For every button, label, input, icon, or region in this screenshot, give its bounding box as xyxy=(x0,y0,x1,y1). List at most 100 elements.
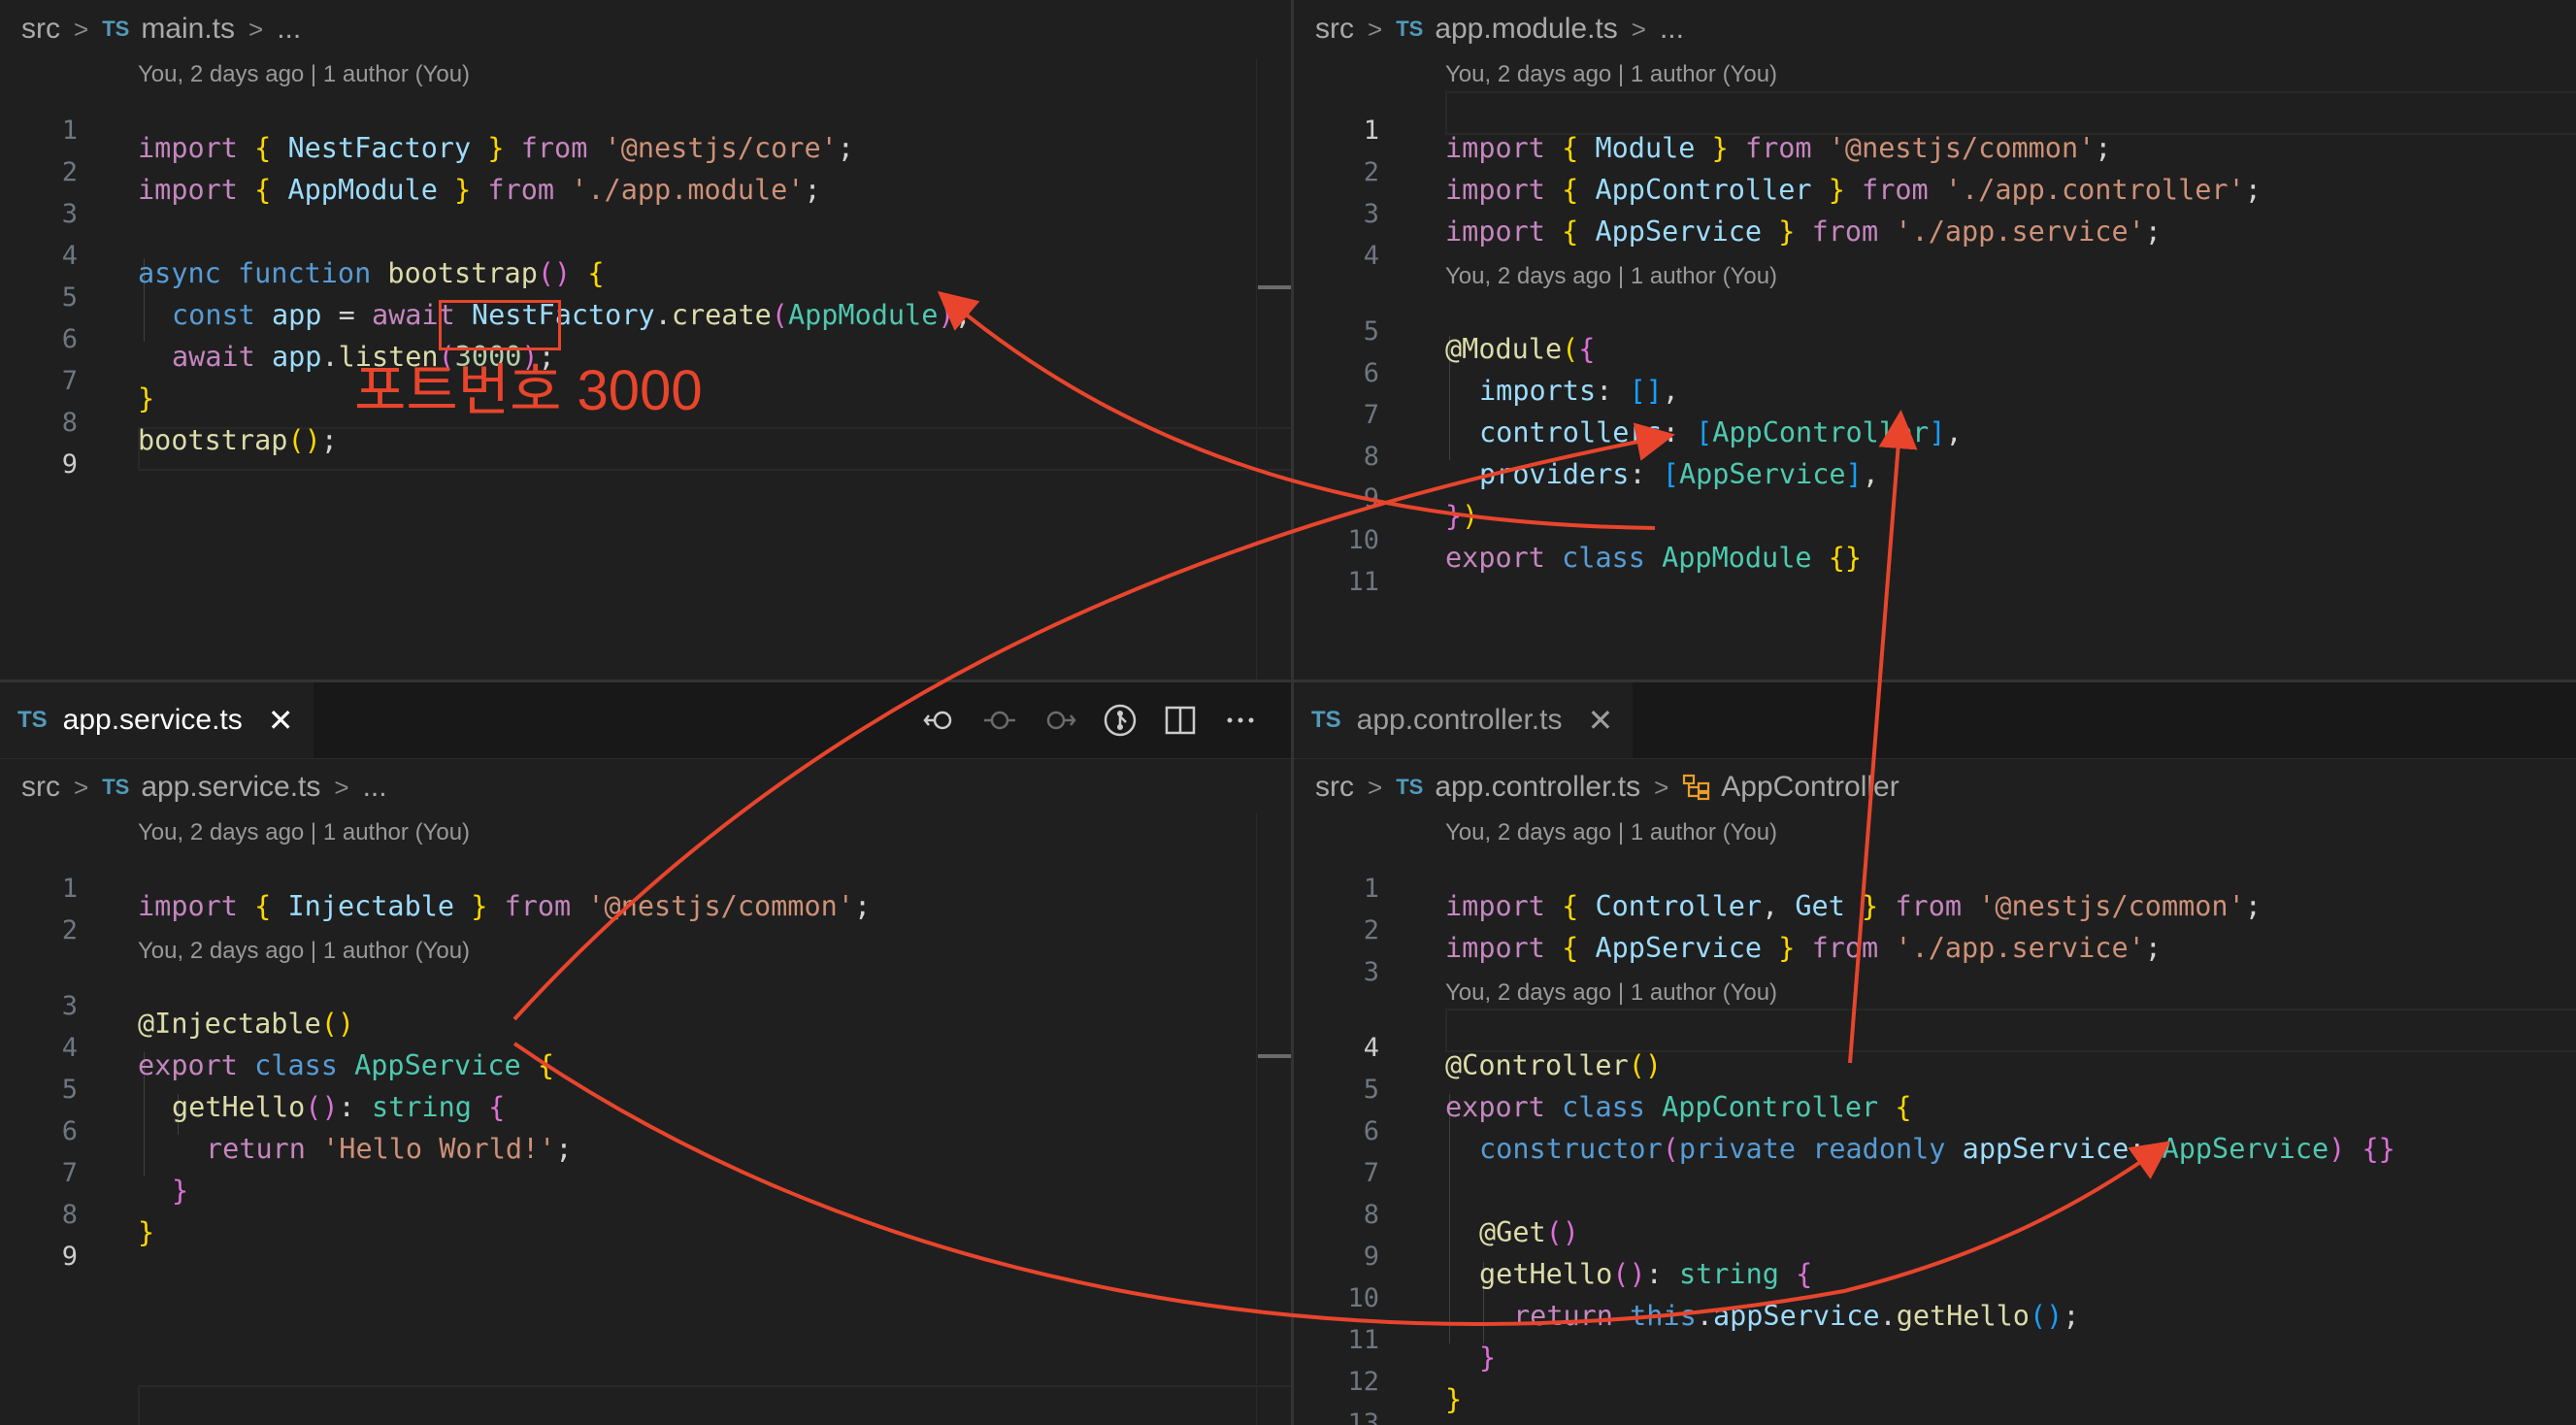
split-editor-icon[interactable] xyxy=(1163,703,1198,738)
tab-app-service[interactable]: TS app.service.ts ✕ xyxy=(0,682,314,758)
code-line: 8 } xyxy=(0,1176,1291,1248)
code-line: 10 export class AppModule {} xyxy=(1294,502,2576,574)
go-back-icon[interactable] xyxy=(922,703,957,738)
code-line: 2 import { AppController } from './app.c… xyxy=(1294,134,2576,206)
breadcrumb-file[interactable]: app.controller.ts xyxy=(1435,771,1640,804)
line-number: 4 xyxy=(1363,241,1379,271)
code-line: 1 import { NestFactory } from '@nestjs/c… xyxy=(0,92,1291,164)
go-forward-icon[interactable] xyxy=(1042,703,1077,738)
code-line: 7 xyxy=(1294,1135,2576,1188)
more-actions-icon[interactable] xyxy=(1223,703,1258,738)
close-icon[interactable]: ✕ xyxy=(1587,702,1613,739)
code-line: 1 import { Injectable } from '@nestjs/co… xyxy=(0,850,1291,922)
code-line: 3 import { AppService } from './app.serv… xyxy=(1294,176,2576,248)
code-line: 9 getHello(): string { xyxy=(1294,1218,2576,1290)
line-number: 9 xyxy=(61,1242,78,1272)
code-line: 6 return 'Hello World!'; xyxy=(0,1093,1291,1165)
close-icon[interactable]: ✕ xyxy=(268,702,294,739)
tab-app-controller[interactable]: TS app.controller.ts ✕ xyxy=(1294,682,1634,758)
git-blame-lens[interactable]: You, 2 days ago | 1 author (You) xyxy=(1445,977,1777,1010)
breadcrumb-folder[interactable]: src xyxy=(21,13,60,46)
code-line: 4 export class AppService { xyxy=(0,1010,1291,1081)
code-line: 2 import { AppModule } from './app.modul… xyxy=(0,134,1291,206)
code-line: 4 xyxy=(1294,217,2576,271)
class-symbol-icon xyxy=(1682,774,1711,801)
tab-label: app.service.ts xyxy=(62,704,243,736)
code-line: 5 @Module({ xyxy=(1294,293,2576,365)
code-line: 9 xyxy=(0,1218,1291,1272)
port-highlight-box xyxy=(439,300,561,350)
commit-icon[interactable] xyxy=(982,703,1017,738)
git-blame-lens[interactable]: You, 2 days ago | 1 author (You) xyxy=(138,58,470,91)
code-line: 11 } xyxy=(1294,1302,2576,1374)
code-line: 13 xyxy=(1294,1385,2576,1425)
code-line: 3 xyxy=(0,176,1291,229)
code-line: 1 import { Module } from '@nestjs/common… xyxy=(1294,92,2576,164)
code-line: 4 async function bootstrap() { xyxy=(0,217,1291,289)
typescript-icon: TS xyxy=(1311,707,1341,733)
chevron-right-icon: > xyxy=(1368,14,1383,44)
code-line: 12 } xyxy=(1294,1343,2576,1415)
breadcrumb-file[interactable]: app.service.ts xyxy=(141,771,320,804)
code-line: 10 return this.appService.getHello(); xyxy=(1294,1260,2576,1332)
code-line: 1 import { Controller, Get } from '@nest… xyxy=(1294,850,2576,922)
line-number: 11 xyxy=(1347,567,1379,597)
breadcrumb-ellipsis[interactable]: ... xyxy=(1660,13,1684,46)
chevron-right-icon: > xyxy=(74,14,89,44)
typescript-icon: TS xyxy=(17,707,48,733)
code-line: 11 xyxy=(1294,544,2576,597)
breadcrumb-file[interactable]: main.ts xyxy=(141,13,235,46)
code-line: 5 const app = await NestFactory.create(A… xyxy=(0,259,1291,331)
service-editor-pane[interactable]: TS app.service.ts ✕ src > TS app.service… xyxy=(0,682,1291,1425)
git-blame-lens[interactable]: You, 2 days ago | 1 author (You) xyxy=(1445,816,1777,849)
tab-bar: TS app.controller.ts ✕ xyxy=(1294,682,2576,759)
code-line: 3 @Injectable() xyxy=(0,968,1291,1040)
code-line: 4 @Controller() xyxy=(1294,1010,2576,1081)
code-line: 3 xyxy=(1294,934,2576,987)
breadcrumb-ellipsis[interactable]: ... xyxy=(277,13,301,46)
horizontal-sash[interactable] xyxy=(0,679,2576,682)
breadcrumb-folder[interactable]: src xyxy=(21,771,60,804)
code-line: 2 xyxy=(0,892,1291,945)
git-blame-lens[interactable]: You, 2 days ago | 1 author (You) xyxy=(138,935,470,968)
code-line: 9 xyxy=(0,426,1291,480)
breadcrumb-folder[interactable]: src xyxy=(1315,13,1354,46)
code-line: 5 export class AppController { xyxy=(1294,1051,2576,1123)
line-number: 2 xyxy=(61,915,78,945)
chevron-right-icon: > xyxy=(1368,772,1383,802)
chevron-right-icon: > xyxy=(334,772,349,802)
code-line: 6 await app.listen(3000); xyxy=(0,301,1291,373)
git-blame-lens[interactable]: You, 2 days ago | 1 author (You) xyxy=(138,816,470,849)
code-line: 8 @Get() xyxy=(1294,1176,2576,1248)
chevron-right-icon: > xyxy=(248,14,264,44)
git-blame-lens[interactable]: You, 2 days ago | 1 author (You) xyxy=(1445,260,1777,293)
port-annotation: 포트번호 3000 xyxy=(354,359,703,422)
typescript-icon: TS xyxy=(102,775,130,799)
git-compare-icon[interactable] xyxy=(1103,703,1138,738)
main-editor-pane[interactable]: src > TS main.ts > ... You, 2 days ago |… xyxy=(0,0,1291,679)
breadcrumb: src > TS main.ts > ... xyxy=(21,10,301,49)
chevron-right-icon: > xyxy=(1631,14,1646,44)
current-line-highlight xyxy=(138,1385,1291,1425)
code-line: 7 controllers: [AppController], xyxy=(1294,377,2576,448)
breadcrumb-symbol[interactable]: AppController xyxy=(1721,771,1899,804)
module-editor-pane[interactable]: src > TS app.module.ts > ... You, 2 days… xyxy=(1294,0,2576,679)
breadcrumb-ellipsis[interactable]: ... xyxy=(363,771,387,804)
line-number: 13 xyxy=(1347,1408,1379,1425)
code-line: 9 }) xyxy=(1294,460,2576,532)
editor-actions xyxy=(922,682,1258,758)
breadcrumb: src > TS app.controller.ts > AppControll… xyxy=(1315,768,1899,807)
code-line: 6 imports: [], xyxy=(1294,335,2576,407)
controller-editor-pane[interactable]: TS app.controller.ts ✕ src > TS app.cont… xyxy=(1294,682,2576,1425)
code-line: 5 getHello(): string { xyxy=(0,1051,1291,1123)
vertical-sash[interactable] xyxy=(1291,0,1294,1425)
git-blame-lens[interactable]: You, 2 days ago | 1 author (You) xyxy=(1445,58,1777,91)
breadcrumb-folder[interactable]: src xyxy=(1315,771,1354,804)
chevron-right-icon: > xyxy=(1654,772,1669,802)
code-line: 6 constructor(private readonly appServic… xyxy=(1294,1093,2576,1165)
breadcrumb-file[interactable]: app.module.ts xyxy=(1435,13,1617,46)
line-number: 9 xyxy=(61,449,78,480)
line-number: 3 xyxy=(1363,957,1379,987)
breadcrumb: src > TS app.module.ts > ... xyxy=(1315,10,1684,49)
code-line: 2 import { AppService } from './app.serv… xyxy=(1294,892,2576,964)
